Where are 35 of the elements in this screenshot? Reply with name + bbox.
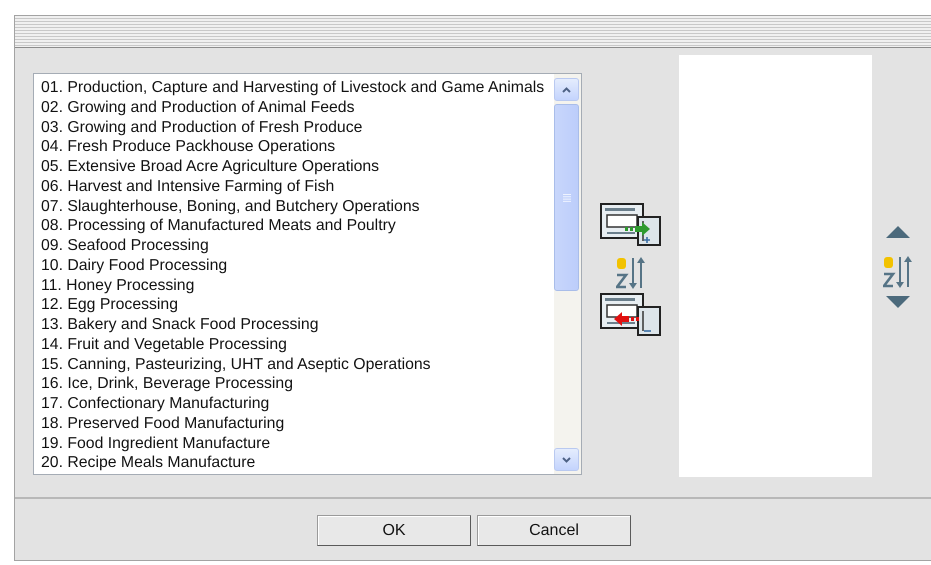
add-to-list-icon[interactable] [600, 203, 662, 247]
remove-from-list-icon[interactable] [600, 293, 662, 337]
list-item[interactable]: 16. Ice, Drink, Beverage Processing [41, 374, 554, 394]
scroll-thumb[interactable] [554, 104, 579, 291]
list-item[interactable]: 10. Dairy Food Processing [41, 256, 554, 276]
move-down-icon[interactable] [886, 296, 910, 309]
list-item[interactable]: 15. Canning, Pasteurizing, UHT and Aseptic Operations [41, 354, 554, 374]
scrollbar[interactable] [554, 74, 581, 474]
list-item[interactable]: 12. Egg Processing [41, 295, 554, 315]
list-item[interactable]: 09. Seafood Processing [41, 236, 554, 256]
list-item[interactable]: 19. Food Ingredient Manufacture [41, 434, 554, 454]
list-item[interactable]: 17. Confectionary Manufacturing [41, 394, 554, 414]
list-item[interactable]: 14. Fruit and Vegetable Processing [41, 334, 554, 354]
cancel-button[interactable]: Cancel [477, 515, 631, 546]
sort-icon[interactable] [616, 255, 646, 291]
list-item[interactable]: 03. Growing and Production of Fresh Produce [41, 118, 554, 138]
list-item[interactable]: 01. Production, Capture and Harvesting of Livestock and Game Animals [41, 78, 554, 98]
list-item[interactable]: 06. Harvest and Intensive Farming of Fish [41, 176, 554, 196]
list-item[interactable]: 13. Bakery and Snack Food Processing [41, 315, 554, 335]
scroll-up-button[interactable] [554, 78, 579, 101]
caret-up-icon [562, 86, 571, 92]
caret-down-icon [562, 456, 571, 462]
list-item[interactable]: 07. Slaughterhouse, Boning, and Butchery Operations [41, 196, 554, 216]
list-item[interactable]: 08. Processing of Manufactured Meats and Poultry [41, 216, 554, 236]
ok-button[interactable]: OK [317, 515, 471, 546]
scroll-down-button[interactable] [554, 448, 579, 471]
list-item[interactable]: 05. Extensive Broad Acre Agriculture Operations [41, 157, 554, 177]
list-item[interactable]: 11. Honey Processing [41, 276, 554, 296]
list-item[interactable]: 20. Recipe Meals Manufacture [41, 453, 554, 473]
sort-icon[interactable] [883, 254, 913, 290]
move-up-icon[interactable] [886, 225, 910, 238]
grip-icon [562, 194, 570, 202]
list-item[interactable]: 04. Fresh Produce Packhouse Operations [41, 137, 554, 157]
list-item[interactable]: 18. Preserved Food Manufacturing [41, 414, 554, 434]
list-item[interactable]: 02. Growing and Production of Animal Feeds [41, 98, 554, 118]
